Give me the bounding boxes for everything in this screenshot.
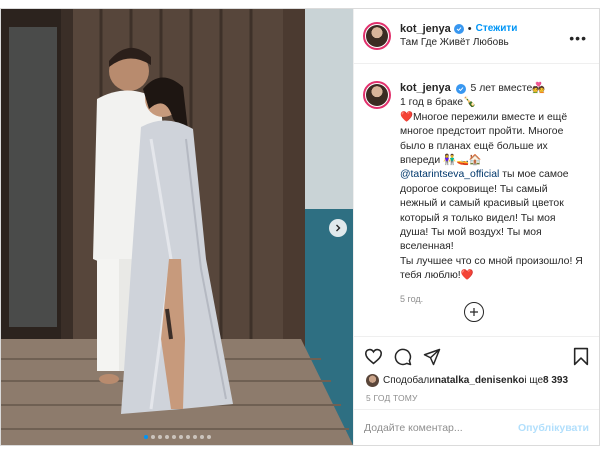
caption-line-2: 1 год в браке🍾 [400, 97, 477, 109]
bookmark-icon [573, 347, 589, 366]
carousel-next-button[interactable] [329, 219, 347, 237]
carousel-dot [164, 435, 169, 439]
post-timestamp[interactable]: 5 ГОД ТОМУ [366, 393, 418, 403]
carousel-dot [199, 435, 204, 439]
caption-text: kot_jenya 5 лет вместе💑 1 год в браке🍾 ❤… [400, 81, 586, 284]
caption-line-6: Ты лучшее что со мной произошло! Я тебя … [400, 255, 583, 282]
add-comment-bar: Опублікувати [354, 409, 599, 445]
plus-circle-icon [470, 308, 478, 316]
share-icon [423, 348, 441, 365]
more-options-icon[interactable]: ••• [569, 30, 587, 46]
share-button[interactable] [423, 348, 441, 366]
carousel-dot [171, 435, 176, 439]
heart-icon [364, 348, 383, 365]
liker-avatar[interactable] [366, 374, 379, 387]
instagram-post: kot_jenya • Стежити Там Где Живёт Любовь… [0, 8, 600, 446]
follow-button[interactable]: Стежити [476, 22, 518, 36]
action-bar [354, 336, 599, 376]
comment-icon [394, 348, 412, 365]
carousel-dot [206, 435, 211, 439]
likes-count[interactable]: 8 393 [543, 375, 568, 386]
liker-username[interactable]: natalka_denisenko [435, 375, 524, 386]
carousel-dot [157, 435, 162, 439]
verified-icon [453, 24, 464, 34]
verified-icon [455, 84, 466, 94]
caption-mention-link[interactable]: @tatarintseva_official [400, 169, 499, 180]
likes-prefix: Сподобали [383, 375, 435, 386]
carousel-dot [150, 435, 155, 439]
post-header: kot_jenya • Стежити Там Где Живёт Любовь… [354, 9, 599, 64]
photo-illustration [1, 9, 353, 445]
post-details-panel: kot_jenya • Стежити Там Где Живёт Любовь… [353, 9, 599, 445]
caption-line-1: 5 лет вместе💑 [470, 83, 546, 94]
caption-avatar[interactable] [363, 81, 391, 109]
save-button[interactable] [573, 347, 589, 366]
carousel-dots [1, 435, 353, 439]
like-button[interactable] [364, 348, 383, 365]
caption-username[interactable]: kot_jenya [400, 82, 451, 94]
carousel-dot [178, 435, 183, 439]
carousel-dot [185, 435, 190, 439]
caption-comment: kot_jenya 5 лет вместе💑 1 год в браке🍾 ❤… [363, 81, 589, 284]
header-username[interactable]: kot_jenya [400, 22, 451, 36]
comments-area: kot_jenya 5 лет вместе💑 1 год в браке🍾 ❤… [354, 64, 599, 334]
caption-line-5: ты мое самое дорогое сокровище! Ты самый… [400, 169, 569, 253]
post-photo[interactable] [1, 9, 353, 445]
location-link[interactable]: Там Где Живёт Любовь [400, 36, 517, 50]
carousel-dot [192, 435, 197, 439]
caption-time: 5 год. [400, 293, 424, 304]
carousel-dot [143, 435, 148, 439]
chevron-right-icon [336, 224, 341, 232]
load-more-comments-button[interactable] [464, 302, 484, 322]
comment-input[interactable] [364, 421, 518, 434]
separator: • [467, 23, 472, 35]
likes-middle: і ще [524, 375, 544, 386]
likes-summary: Сподобали natalka_denisenko і ще 8 393 [366, 374, 568, 387]
comment-button[interactable] [394, 348, 412, 366]
caption-line-3: ❤️Многое пережили вместе и ещё многое пр… [400, 111, 568, 167]
publish-button[interactable]: Опублікувати [518, 422, 589, 434]
avatar[interactable] [363, 22, 391, 50]
